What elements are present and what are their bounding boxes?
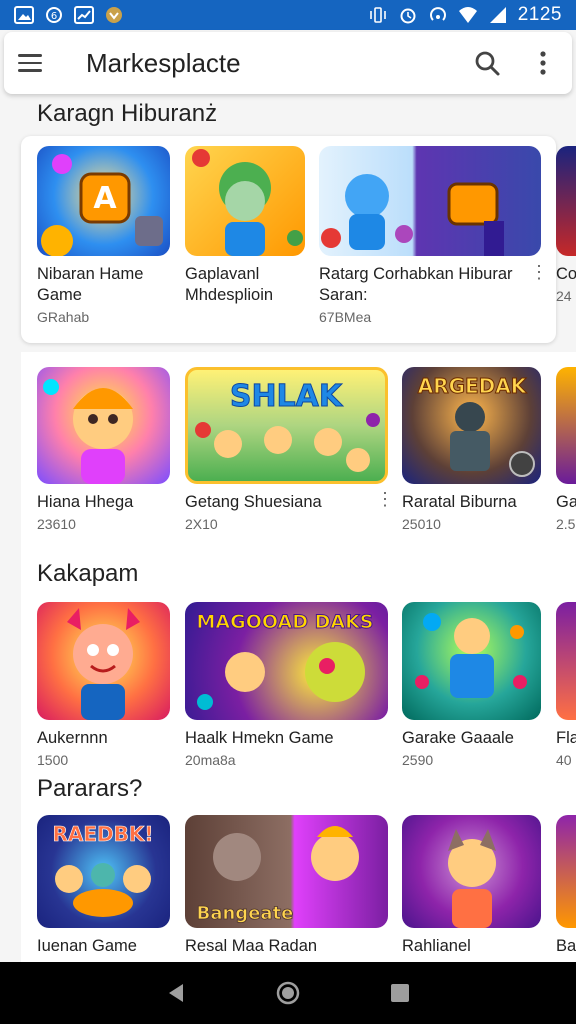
app-tile[interactable]: Bangeate Resal Maa Radan [185, 815, 388, 957]
section-title: Kakapam [37, 560, 139, 587]
app-title-text: Ratarg Corhabkan Hiburar Saran: [319, 265, 513, 304]
app-title-text: Co [556, 265, 576, 283]
svg-text:A: A [93, 181, 117, 216]
app-thumbnail: SHLAK [185, 367, 388, 484]
chart-notification-icon [74, 6, 94, 24]
app-tile[interactable]: Rahlianel [402, 815, 541, 957]
back-icon[interactable] [162, 979, 190, 1007]
app-thumbnail [556, 146, 576, 256]
app-thumbnail [402, 815, 541, 928]
wifi-icon [458, 6, 478, 24]
app-subtitle: 24 [556, 288, 572, 304]
app-tile[interactable]: RAEDBK! Iuenan Game [37, 815, 170, 957]
section-title: Pararars? [37, 775, 143, 802]
app-tile[interactable]: A Nibaran Hame Game GRahab [37, 146, 170, 325]
section-title: Karagn Hiburanż [37, 100, 218, 127]
app-title-text: Nibaran Hame Game [37, 265, 144, 304]
app-title-text: Gaplavanl Mhdesplioin [185, 265, 274, 304]
more-options-icon[interactable]: ⋮ [376, 489, 394, 510]
app-thumbnail [37, 602, 170, 720]
app-title-text: Garake Gaaale [402, 729, 514, 747]
status-bar: 6 2125 [0, 0, 576, 30]
thumb-text: MAGOOAD DAKS [197, 611, 374, 633]
app-thumbnail [185, 146, 305, 256]
app-title-text: Hiana Hhega [37, 493, 134, 511]
app-title: Markesplacte [86, 47, 241, 78]
app-title-text: Iuenan Game [37, 937, 137, 955]
app-title-text: Ba [556, 937, 576, 955]
hotspot-icon [428, 6, 448, 24]
app-tile[interactable]: Co 24 [556, 146, 576, 304]
app-subtitle: 67BMea [319, 309, 372, 325]
app-subtitle: 23610 [37, 516, 76, 532]
sync-notification-icon: 6 [44, 6, 64, 24]
app-tile[interactable]: Ga 2.5 [556, 367, 576, 532]
app-subtitle: 25010 [402, 516, 441, 532]
app-subtitle: 20ma8a [185, 752, 236, 768]
recents-icon[interactable] [386, 979, 414, 1007]
app-subtitle: 2590 [402, 752, 434, 768]
app-notification-icon [104, 6, 124, 24]
app-thumbnail: ARGEDAK [402, 367, 541, 484]
app-thumbnail: MAGOOAD DAKS [185, 602, 388, 720]
svg-text:6: 6 [51, 11, 57, 22]
app-tile[interactable]: Ba [556, 815, 576, 957]
app-subtitle: 1500 [37, 752, 69, 768]
app-thumbnail: A [37, 146, 170, 256]
photo-notification-icon [14, 6, 34, 24]
app-tile[interactable]: Aukernnn 1500 [37, 602, 170, 768]
app-thumbnail [556, 815, 576, 928]
app-tile[interactable]: Fla 40 [556, 602, 576, 768]
app-tile[interactable]: Garake Gaaale 2590 [402, 602, 541, 768]
home-icon[interactable] [274, 979, 302, 1007]
thumb-text: Bangeate [197, 903, 294, 924]
app-tile[interactable]: ARGEDAK Raratal Biburna 25010 [402, 367, 541, 532]
app-thumbnail [556, 367, 576, 484]
thumb-text: RAEDBK! [52, 822, 153, 846]
app-thumbnail: RAEDBK! [37, 815, 170, 928]
app-title-text: Fla [556, 729, 576, 747]
app-tile[interactable]: Gaplavanl Mhdesplioin [185, 146, 305, 306]
vibrate-icon [368, 6, 388, 24]
app-tile[interactable]: Ratarg Corhabkan Hiburar Saran: 67BMea [319, 146, 541, 325]
app-tile[interactable]: MAGOOAD DAKS Haalk Hmekn Game 20ma8a [185, 602, 388, 768]
app-subtitle: GRahab [37, 309, 90, 325]
search-icon[interactable] [472, 48, 502, 78]
app-title-text: Haalk Hmekn Game [185, 729, 334, 747]
app-title-text: Getang Shuesiana [185, 493, 322, 511]
app-subtitle: 40 [556, 752, 572, 768]
system-nav-bar [0, 962, 576, 1024]
hamburger-menu-icon[interactable] [18, 46, 52, 80]
content-area: Karagn Hiburanż A Nibaran Hame Game GRah… [0, 94, 576, 962]
app-tile[interactable]: SHLAK Getang Shuesiana 2X10 [185, 367, 388, 532]
app-title-text: Raratal Biburna [402, 493, 517, 511]
app-tile[interactable]: Hiana Hhega 23610 [37, 367, 170, 532]
app-thumbnail: Bangeate [185, 815, 388, 928]
app-thumbnail [556, 602, 576, 720]
more-vert-icon[interactable] [528, 48, 558, 78]
app-thumbnail [319, 146, 541, 256]
app-subtitle: 2X10 [185, 516, 218, 532]
status-time: 2125 [517, 4, 562, 25]
app-title-text: Resal Maa Radan [185, 937, 318, 955]
more-options-icon[interactable]: ⋮ [530, 262, 548, 283]
signal-icon [488, 6, 508, 24]
app-title-text: Aukernnn [37, 729, 108, 747]
app-title-text: Ga [556, 493, 576, 511]
app-title-text: Rahlianel [402, 937, 471, 955]
thumb-text: ARGEDAK [418, 374, 528, 398]
app-bar: Markesplacte [4, 32, 572, 94]
thumb-text: SHLAK [230, 379, 344, 414]
app-thumbnail [402, 602, 541, 720]
app-thumbnail [37, 367, 170, 484]
alarm-icon [398, 6, 418, 24]
app-subtitle: 2.5 [556, 516, 576, 532]
